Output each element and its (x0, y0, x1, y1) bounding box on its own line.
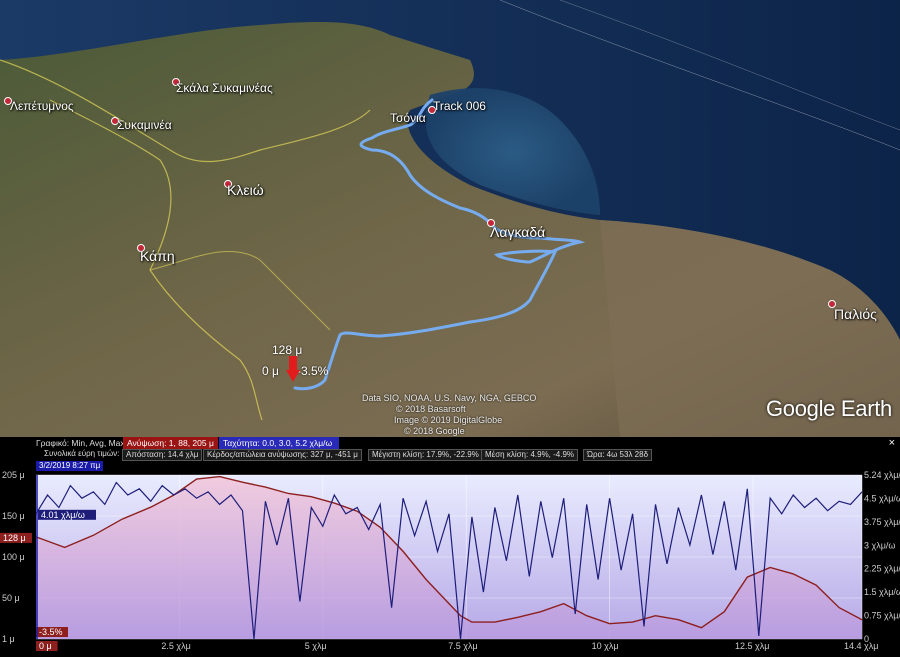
profile-chart[interactable]: 205 μ 150 μ 100 μ 50 μ 1 μ 5.24 χλμ/ω 4.5 χλμ/… (0, 461, 900, 652)
map-credit: © 2018 Basarsoft (396, 404, 466, 414)
place-sykaminea[interactable]: Συκαμινέα (117, 118, 172, 132)
y-left-tick-label: 100 μ (2, 552, 25, 562)
elevation-series-toggle[interactable]: Ανύψωση: 1, 88, 205 μ (123, 437, 218, 449)
y-right-tick-label: 0.75 χλμ/ω (864, 611, 900, 621)
avg-slope-value: Μέση κλίση: 4.9%, -4.9% (481, 449, 579, 461)
place-lepetymnos[interactable]: Λεπέτυμνος (10, 99, 74, 113)
graph-label: Γραφικό: Min, Avg, Max (36, 438, 125, 448)
y-right-tick-label: 3.75 χλμ/ω (864, 517, 900, 527)
place-lagkada[interactable]: Λαγκαδά (490, 224, 545, 240)
map-view[interactable]: Λεπέτυμνος Σκάλα Συκαμινέας Συκαμινέα Κλ… (0, 0, 900, 437)
max-slope-value: Μέγιστη κλίση: 17.9%, -22.9% (368, 449, 483, 461)
map-credit: © 2018 Google (404, 426, 465, 436)
totals-row: Συνολικά εύρη τιμών: Απόσταση: 14.4 χλμ … (0, 449, 900, 461)
y-right-tick-label: 3 χλμ/ω (864, 540, 895, 550)
speed-series-toggle[interactable]: Ταχύτητα: 0.0, 3.0, 5.2 χλμ/ω (219, 437, 339, 449)
x-tick-label: 14.4 χλμ (844, 641, 878, 651)
place-skala-sykamineas[interactable]: Σκάλα Συκαμινέας (176, 81, 273, 95)
y-left-tick-label: 50 μ (2, 593, 20, 603)
google-earth-logo: Google Earth (765, 396, 892, 421)
start-speed-tag: 4.01 χλμ/ω (41, 510, 85, 520)
graph-stats-row: Γραφικό: Min, Avg, Max Ανύψωση: 1, 88, 2… (0, 437, 900, 449)
cursor-arrow-icon (286, 356, 300, 382)
close-icon[interactable]: × (889, 437, 895, 449)
map-credit: Data SIO, NOAA, U.S. Navy, NGA, GEBCO (362, 393, 537, 403)
map-credit: Image © 2019 DigitalGlobe (394, 415, 503, 425)
slope-tag: -3.5% (39, 627, 63, 637)
x-tick-label: 12.5 χλμ (735, 641, 769, 651)
start-elevation-tag: 128 μ (3, 533, 26, 543)
place-kleio[interactable]: Κλειώ (227, 182, 264, 198)
time-value: Ώρα: 4ω 53λ 28δ (583, 449, 653, 461)
y-right-tick-label: 2.25 χλμ/ω (864, 564, 900, 574)
distance-value: Απόσταση: 14.4 χλμ (122, 449, 203, 461)
place-kapi[interactable]: Κάπη (140, 248, 175, 264)
y-right-tick-label: 4.5 χλμ/ω (864, 493, 900, 503)
satellite-terrain (0, 0, 900, 437)
totals-label: Συνολικά εύρη τιμών: (44, 449, 120, 458)
x-tick-label: 10 χλμ (592, 641, 619, 651)
y-right-tick-label: 1.5 χλμ/ω (864, 587, 900, 597)
y-right-tick-label: 5.24 χλμ/ω (864, 470, 900, 480)
place-tsonia[interactable]: Τσόνια (390, 111, 426, 125)
elevation-profile-panel: Γραφικό: Min, Avg, Max Ανύψωση: 1, 88, 2… (0, 437, 900, 652)
x-tick-label: 7.5 χλμ (448, 641, 477, 651)
date-label: 3/2/2019 8:27 πμ (36, 461, 104, 471)
start-distance-tag: 0 μ (39, 641, 52, 651)
cursor-distance: 0 μ (262, 364, 279, 378)
y-left-tick-label: 1 μ (2, 634, 15, 644)
y-left-tick-label: 150 μ (2, 511, 25, 521)
cursor-slope: -3.5% (297, 364, 329, 378)
profile-chart-container[interactable]: 205 μ 150 μ 100 μ 50 μ 1 μ 5.24 χλμ/ω 4.5 χλμ/… (0, 461, 900, 652)
cursor-elevation: 128 μ (272, 343, 303, 357)
track-label[interactable]: Track 006 (433, 99, 486, 113)
elevation-gain-value: Κέρδος/απώλεια ανύψωσης: 327 μ, -451 μ (203, 449, 362, 461)
x-tick-label: 2.5 χλμ (161, 641, 190, 651)
y-left-tick-label: 205 μ (2, 470, 25, 480)
x-tick-label: 5 χλμ (305, 641, 327, 651)
place-palios[interactable]: Παλιός (834, 306, 877, 322)
